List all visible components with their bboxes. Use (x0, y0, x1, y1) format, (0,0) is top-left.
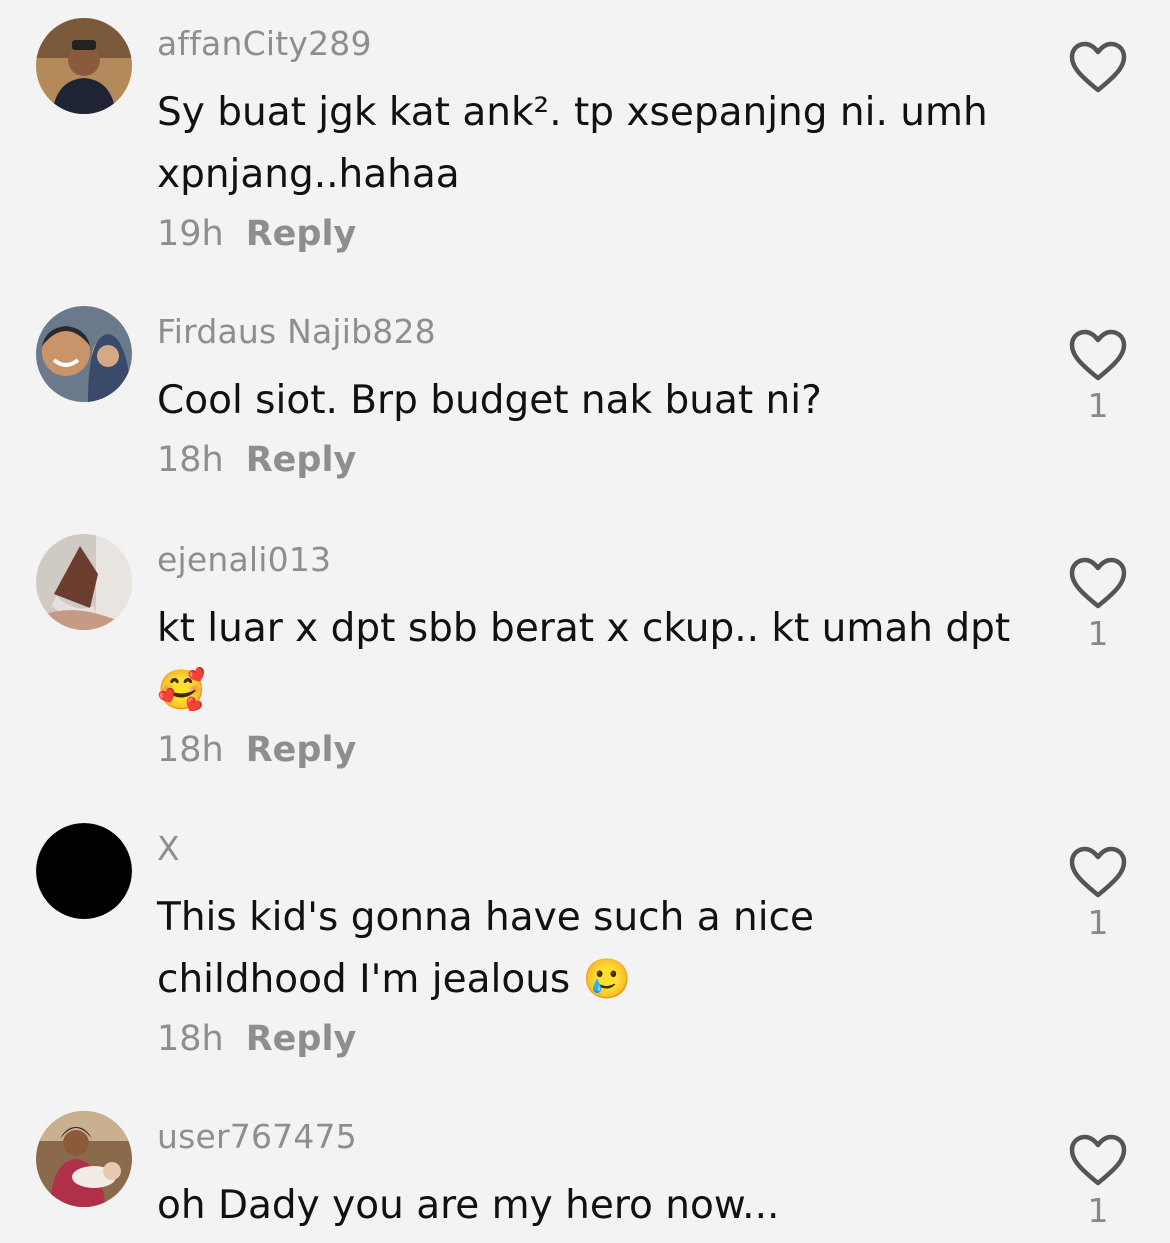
reply-button[interactable]: Reply (246, 1019, 357, 1059)
comment-meta: 18h Reply (157, 1019, 356, 1059)
heart-outline-icon (1069, 1134, 1127, 1186)
heart-outline-icon (1069, 557, 1127, 609)
avatar[interactable] (36, 534, 132, 630)
comment-text: Sy buat jgk kat ank². tp xsepanjng ni. u… (157, 90, 988, 197)
like-button[interactable]: 1 (1068, 328, 1128, 426)
like-count: 1 (1087, 903, 1109, 942)
reply-button[interactable]: Reply (246, 214, 357, 254)
comment-meta: 19h Reply (157, 214, 356, 254)
avatar[interactable] (36, 18, 132, 114)
like-button[interactable]: 1 (1068, 1133, 1128, 1231)
comment-text: oh Dady you are my hero now... (157, 1183, 780, 1228)
like-count (1068, 98, 1128, 138)
avatar[interactable] (36, 823, 132, 919)
like-button[interactable] (1068, 40, 1128, 138)
comment-text: kt luar x dpt sbb berat x ckup.. kt umah… (157, 606, 1011, 713)
avatar[interactable] (36, 1111, 132, 1207)
heart-outline-icon (1069, 329, 1127, 381)
like-button[interactable]: 1 (1068, 845, 1128, 943)
comment-username[interactable]: X (157, 829, 180, 868)
reply-button[interactable]: Reply (246, 730, 357, 770)
like-count: 1 (1087, 386, 1109, 425)
comment-time: 19h (157, 214, 224, 254)
heart-outline-icon (1069, 41, 1127, 93)
like-count: 1 (1087, 1191, 1109, 1230)
comment-username[interactable]: ejenali013 (157, 540, 331, 579)
comment-meta: 18h Reply (157, 440, 356, 480)
like-count: 1 (1087, 614, 1109, 653)
comment-text: Cool siot. Brp budget nak buat ni? (157, 378, 822, 423)
heart-outline-icon (1069, 846, 1127, 898)
comment-time: 18h (157, 730, 224, 770)
comment-username[interactable]: Firdaus Najib828 (157, 312, 436, 351)
comment-time: 18h (157, 1019, 224, 1059)
comment-meta: 18h Reply (157, 730, 356, 770)
avatar[interactable] (36, 306, 132, 402)
comment-text: This kid's gonna have such a nice childh… (157, 895, 815, 1002)
comment-username[interactable]: user767475 (157, 1117, 357, 1156)
like-button[interactable]: 1 (1068, 556, 1128, 654)
comment-time: 18h (157, 440, 224, 480)
comment-username[interactable]: affanCity289 (157, 24, 372, 63)
reply-button[interactable]: Reply (246, 440, 357, 480)
